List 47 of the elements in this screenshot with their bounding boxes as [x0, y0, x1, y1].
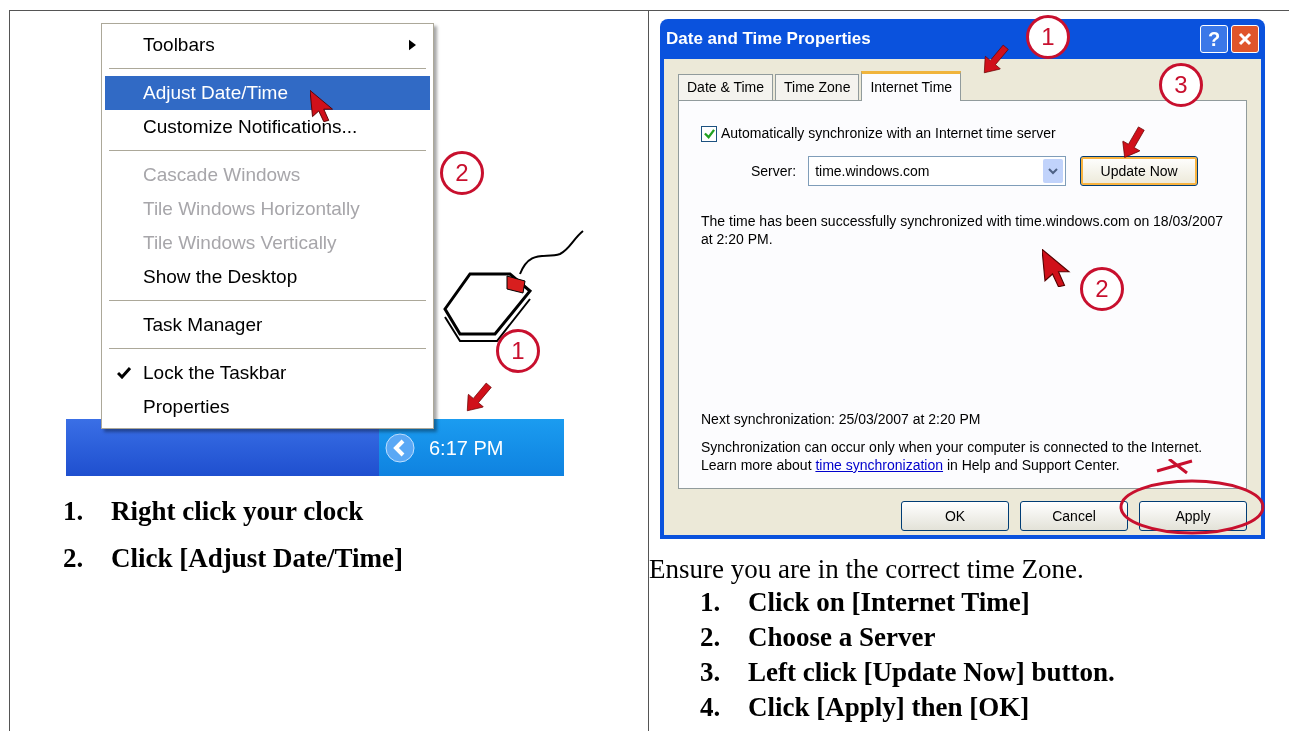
window-title: Date and Time Properties	[666, 28, 871, 51]
tab[interactable]: Time Zone	[775, 74, 860, 100]
step-number: 1.	[700, 586, 722, 619]
submenu-arrow-icon	[409, 39, 416, 51]
tab[interactable]: Date & Time	[678, 74, 774, 100]
tab[interactable]: Internet Time	[861, 71, 962, 101]
step-text: Left click [Update Now] button.	[748, 656, 1115, 689]
close-icon	[1238, 32, 1252, 46]
server-label: Server:	[751, 161, 797, 181]
step-number: 2.	[700, 621, 722, 654]
instruction-text: Ensure you are in the correct time Zone.	[649, 553, 1085, 586]
step-number: 4.	[700, 691, 722, 724]
step-text: Choose a Server	[748, 621, 936, 654]
checkbox[interactable]	[701, 125, 717, 142]
step-text: Click [Apply] then [OK]	[748, 691, 1030, 724]
sync-note-text: Synchronization can occur only when your computer is connected to the Internet. Learn more about time synchronization in Help and Support Center.	[701, 438, 1204, 474]
menu-item[interactable]: Toolbars	[105, 28, 430, 62]
step-text: Click [Adjust Date/Time]	[111, 541, 403, 575]
chevron-left-icon[interactable]	[385, 432, 415, 463]
checkmark-icon	[117, 367, 131, 379]
menu-item[interactable]: Task Manager	[105, 308, 430, 342]
cursor-arrow-icon	[1042, 249, 1072, 287]
menu-item[interactable]: Properties	[105, 390, 430, 424]
step-number: 1.	[63, 495, 85, 528]
menu-item[interactable]: Customize Notifications...	[105, 110, 430, 144]
help-button[interactable]: ?	[1200, 25, 1228, 53]
step-number: 3.	[700, 656, 722, 689]
next-sync-text: Next synchronization: 25/03/2007 at 2:20 PM	[701, 410, 982, 428]
checkbox-label: Automatically synchronize with an Internet time server	[721, 124, 1056, 143]
dialog-button[interactable]: OK	[901, 501, 1009, 531]
close-button[interactable]	[1231, 25, 1259, 53]
server-dropdown[interactable]: time.windows.com	[808, 156, 1067, 186]
cursor-arrow-icon	[310, 90, 335, 122]
numbered-callout: 2	[440, 151, 484, 195]
help-link[interactable]: time synchronization	[815, 457, 944, 473]
numbered-callout: 1	[496, 329, 540, 373]
update-now-button[interactable]: Update Now	[1080, 156, 1199, 186]
menu-item[interactable]: Lock the Taskbar	[105, 356, 430, 390]
checkmark-icon	[703, 128, 715, 139]
step-text: Right click your clock	[111, 495, 364, 528]
menu-item[interactable]: Show the Desktop	[105, 260, 430, 294]
sync-status-text: The time has been successfully synchronized with time.windows.com on 18/03/2007 at 2:20 PM.	[701, 212, 1225, 248]
step-text: Click on [Internet Time]	[748, 586, 1030, 619]
step-number: 2.	[63, 541, 85, 575]
menu-item[interactable]: Adjust Date/Time	[105, 76, 430, 110]
dialog-button[interactable]: Apply	[1139, 501, 1247, 531]
dialog-button[interactable]: Cancel	[1020, 501, 1128, 531]
